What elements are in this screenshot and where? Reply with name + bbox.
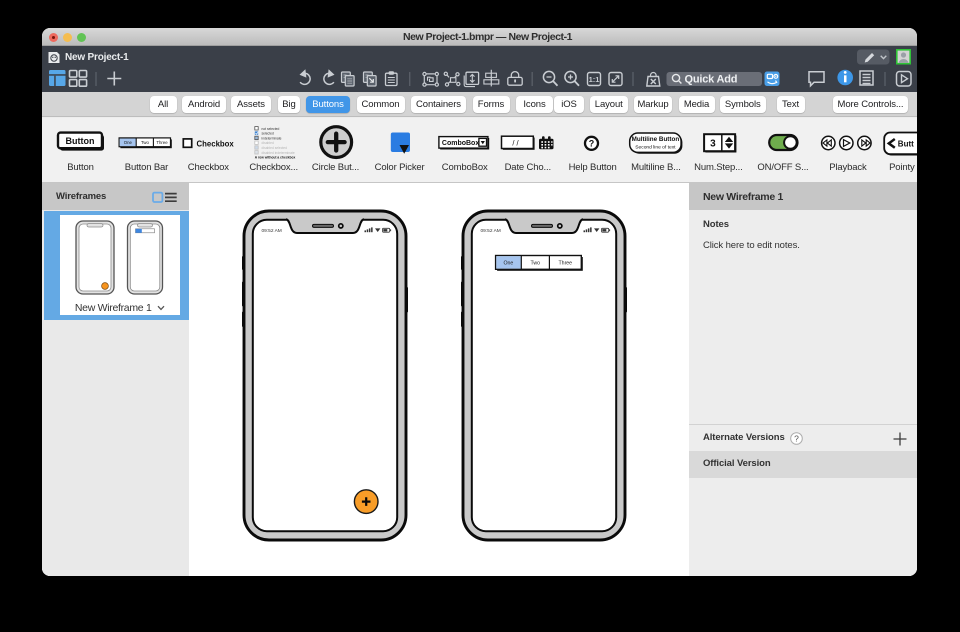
svg-text:3: 3 xyxy=(710,139,716,150)
svg-text:disabled: disabled xyxy=(262,141,274,145)
svg-text:disabled selected: disabled selected xyxy=(262,146,288,150)
svg-text:Two: Two xyxy=(141,140,149,145)
svg-text:09:52 AM: 09:52 AM xyxy=(480,228,500,234)
svg-text:not selected: not selected xyxy=(262,127,280,131)
svg-text:disabled indeterminate: disabled indeterminate xyxy=(262,151,295,155)
svg-text:indeterminate: indeterminate xyxy=(262,136,282,140)
svg-text:A row without a checkbox: A row without a checkbox xyxy=(255,156,296,160)
svg-text:Multiline Button: Multiline Button xyxy=(632,136,680,143)
svg-text:Three: Three xyxy=(156,140,168,145)
svg-text:Two: Two xyxy=(530,260,540,266)
svg-text:1:1: 1:1 xyxy=(589,75,600,84)
svg-text:Butt: Butt xyxy=(898,139,914,148)
svg-text:Button: Button xyxy=(66,136,95,146)
svg-text:/ /: / / xyxy=(512,139,519,148)
svg-text:Checkbox: Checkbox xyxy=(197,139,235,148)
svg-text:ComboBox: ComboBox xyxy=(442,140,479,147)
svg-text:Second line of text: Second line of text xyxy=(635,144,676,150)
svg-text:One: One xyxy=(124,140,133,145)
svg-text:09:52 AM: 09:52 AM xyxy=(262,228,282,234)
svg-text:?: ? xyxy=(794,434,799,444)
svg-text:Three: Three xyxy=(558,260,572,266)
svg-text:?: ? xyxy=(589,139,595,149)
svg-text:selected: selected xyxy=(262,132,274,136)
svg-text:Quick Add: Quick Add xyxy=(685,74,738,86)
svg-text:One: One xyxy=(503,260,513,266)
